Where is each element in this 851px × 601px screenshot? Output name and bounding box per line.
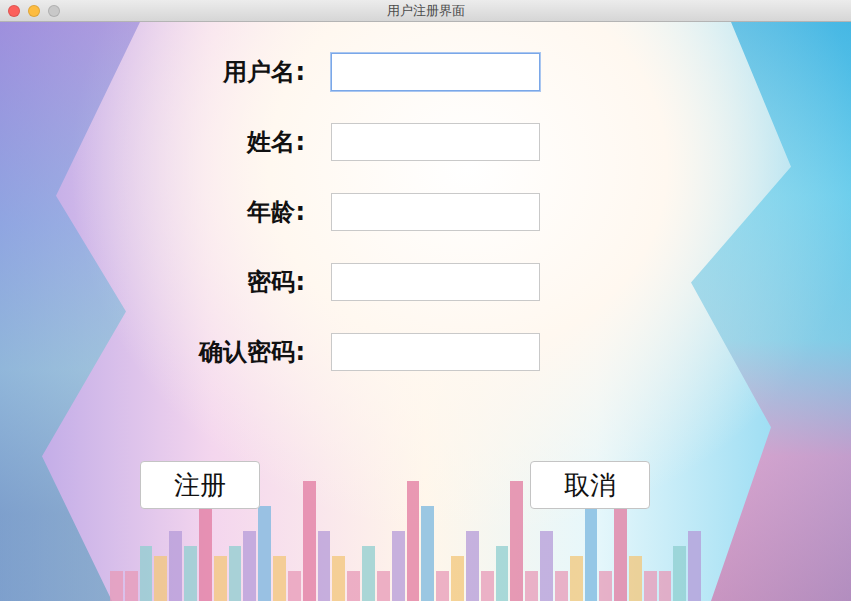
button-row: 注册 取消 (0, 461, 851, 509)
action-button[interactable]: 注册 (140, 461, 260, 509)
window-controls (8, 5, 60, 17)
action-button[interactable]: 取消 (530, 461, 650, 509)
text-field[interactable] (331, 333, 540, 371)
minimize-button[interactable] (28, 5, 40, 17)
zoom-button[interactable] (48, 5, 60, 17)
title-bar: 用户注册界面 (0, 0, 851, 22)
field-label: 用户名: (0, 53, 305, 91)
field-label: 确认密码: (0, 333, 305, 371)
register-form: 用户名: 姓名: 年龄: 密码: 确认密码: (0, 22, 851, 371)
register-window: 用户注册界面用户名: 姓名: 年龄: 密码: 确认密码: 注册 取消 (0, 0, 851, 601)
text-field[interactable] (331, 193, 540, 231)
field-label: 年龄: (0, 193, 305, 231)
background-decoration (651, 22, 851, 601)
close-button[interactable] (8, 5, 20, 17)
text-field[interactable] (331, 123, 540, 161)
field-label: 密码: (0, 263, 305, 301)
background-decoration (0, 22, 140, 601)
text-field[interactable] (331, 53, 540, 91)
text-field[interactable] (331, 263, 540, 301)
window-title: 用户注册界面 (387, 2, 465, 20)
content-area: 用户名: 姓名: 年龄: 密码: 确认密码: 注册 取消 (0, 22, 851, 601)
field-label: 姓名: (0, 123, 305, 161)
